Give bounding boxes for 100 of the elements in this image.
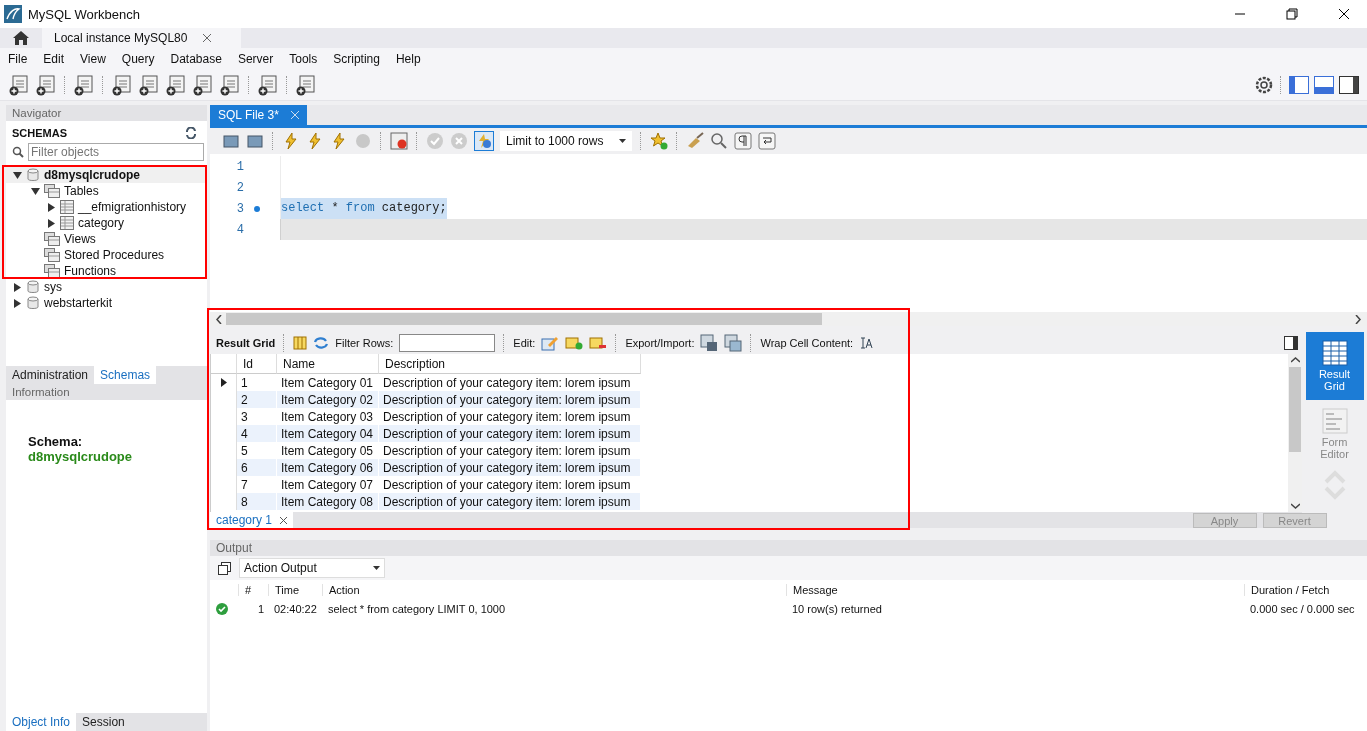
panel-tab[interactable]: Session [76,713,131,731]
dolphin-logo-icon [4,5,22,23]
filter-rows-field[interactable] [399,334,496,352]
home-icon[interactable] [12,30,30,46]
grid-icon [1321,339,1348,366]
add-row-icon[interactable] [565,335,584,351]
code-line[interactable]: select * from category; [280,198,1367,219]
secondary-sidebar-toggle-icon[interactable] [1339,76,1359,94]
result-view-button[interactable]: Result Grid [1305,332,1364,400]
tree-item[interactable]: Stored Procedures [64,248,165,262]
line-number: 4 [235,222,244,237]
limit-dropdown[interactable]: Limit to 1000 rows [500,131,632,151]
column-header[interactable]: Name [277,354,379,374]
menu-item[interactable]: View [72,52,114,66]
tree-toggle-icon[interactable] [31,186,40,196]
tree-toggle-icon[interactable] [47,202,56,212]
vertical-scrollbar[interactable] [1288,354,1302,512]
table-cell: 6 [237,459,277,476]
pilcrow-icon[interactable] [734,132,752,150]
menu-item[interactable]: Scripting [325,52,388,66]
panel-title: Information [12,386,70,398]
menu-item[interactable]: Edit [35,52,73,66]
wrap-text-icon[interactable] [859,336,874,350]
line-number: 3 [235,201,244,216]
scroll-left-icon[interactable] [216,314,222,324]
table-cell: 8 [237,493,277,510]
current-row-arrow-icon [220,378,227,387]
line-number: 2 [235,180,244,195]
broom-icon[interactable] [686,132,704,150]
menu-item[interactable]: Server [229,52,282,66]
settings-icon[interactable] [1255,76,1273,94]
column-header[interactable]: Id [237,354,277,374]
menu-item[interactable]: File [0,52,36,66]
close-icon[interactable] [280,516,288,524]
restore-icon[interactable] [1286,8,1298,20]
caret-icon [373,566,380,570]
tree-item[interactable]: Functions [64,264,117,277]
column-grid-icon[interactable] [293,336,308,350]
search-icon[interactable] [710,132,728,150]
output-panel-toggle-icon[interactable] [1314,76,1334,94]
table-cell-text: 0.000 sec / 0.000 sec [1249,603,1356,615]
column-header[interactable]: Description [379,354,641,374]
table-cell: Item Category 08 [277,493,379,510]
scroll-down-icon[interactable] [1290,503,1300,509]
column-header[interactable]: Action [322,584,786,596]
sql-document-plus-icon[interactable] [8,74,30,96]
tree-toggle-icon[interactable] [13,298,22,308]
tree-toggle-icon[interactable] [47,218,56,228]
wrap-lines-icon[interactable] [758,132,776,150]
panel-tab[interactable]: Object Info [6,713,77,731]
refresh-icon[interactable] [313,336,330,350]
panel-toggle-icon[interactable] [1284,336,1298,350]
table-cell: Item Category 06 [277,459,379,476]
output-type-dropdown[interactable]: Action Output [239,558,385,578]
refresh-icon[interactable] [185,127,197,139]
lightning-icon[interactable] [282,132,300,150]
column-header[interactable]: Message [786,584,1244,596]
commit-check-icon[interactable] [426,132,444,150]
menu-item[interactable]: Help [387,52,429,66]
line-number: 1 [235,159,244,174]
table-cell: Description of your category item: lorem ipsum [379,459,641,476]
close-icon[interactable] [1338,8,1350,20]
tree-item[interactable]: webstarterkit [44,296,113,310]
copy-icon[interactable] [218,561,231,575]
column-header[interactable]: Time [268,584,322,596]
table-cell-text: 1 [256,603,265,615]
tree-toggle-icon[interactable] [13,170,22,180]
column-header[interactable]: # [238,584,268,596]
editor-tab[interactable]: SQL File 3* [210,105,307,125]
result-tab[interactable]: category 1 [210,512,294,528]
menu-item[interactable]: Database [162,52,230,66]
panel-tab[interactable]: Administration [6,366,95,384]
tree-item[interactable]: Tables [64,184,99,198]
column-header[interactable]: Duration / Fetch [1244,584,1364,596]
menu-item[interactable]: Query [113,52,163,66]
star-plus-icon[interactable] [650,132,668,150]
grid-corner-cell [211,354,237,374]
menu-item[interactable]: Tools [281,52,326,66]
section-title: SCHEMAS [12,127,67,139]
tree-item[interactable]: sys [44,280,62,294]
export-table-icon[interactable] [700,334,719,352]
scroll-up-icon[interactable] [1290,357,1300,363]
sidebar-toggle-icon[interactable] [1289,76,1309,94]
export-label: Export/Import: [625,337,695,349]
tree-item[interactable]: Views [64,232,96,246]
stop-script-icon[interactable] [390,132,408,150]
connection-tab[interactable]: Local instance MySQL80 [42,28,242,48]
table-cell: Item Category 04 [277,425,379,442]
wrap-label: Wrap Cell Content: [760,337,854,349]
auto-commit-toggle[interactable] [474,131,494,151]
import-table-icon[interactable] [724,334,743,352]
tree-item[interactable]: __efmigrationhistory [78,200,187,214]
tree-toggle-icon[interactable] [13,282,22,292]
scroll-right-icon[interactable] [1355,314,1361,324]
filter-field[interactable]: Filter objects [28,143,204,161]
folder-stack-icon [44,264,60,277]
tree-item[interactable]: category [78,216,125,230]
panel-tab[interactable]: Schemas [94,366,157,384]
delete-row-icon[interactable] [589,335,608,351]
table-cell: Item Category 02 [277,391,379,408]
